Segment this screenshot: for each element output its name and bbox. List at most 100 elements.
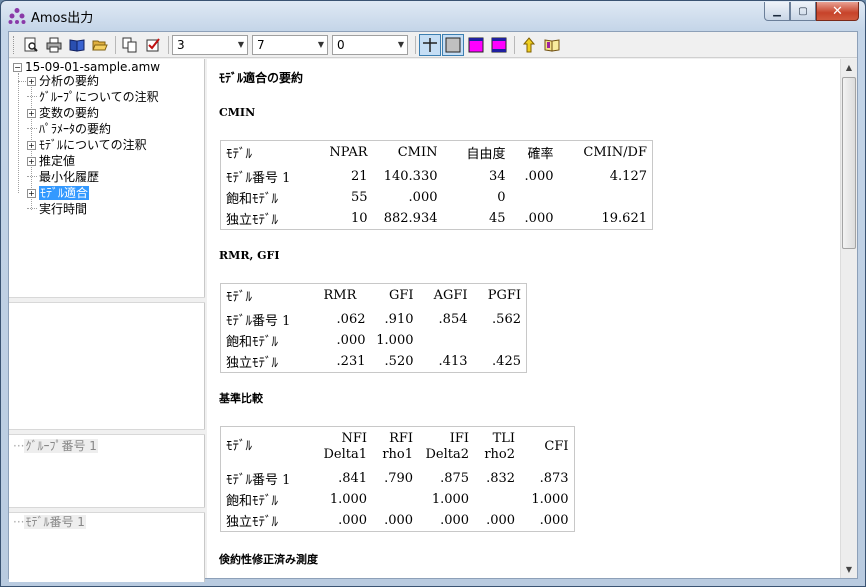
table-row: 独立ﾓﾃﾞﾙ .000 .000 .000 .000 .000: [221, 510, 575, 532]
table-cell: 1.000: [431, 491, 470, 507]
print-preview-button[interactable]: [20, 34, 42, 56]
expand-icon[interactable]: +: [27, 77, 36, 86]
collapse-icon[interactable]: −: [13, 63, 22, 72]
table-row: ﾓﾃﾞﾙ番号 1 21 140.330 34 .000 4.127: [221, 165, 653, 187]
column-header: 自由度: [466, 147, 506, 163]
print-button[interactable]: [43, 34, 65, 56]
tree-item-parameter-summary[interactable]: ﾊﾟﾗﾒｰﾀの要約: [27, 121, 111, 137]
copy-button[interactable]: [119, 34, 141, 56]
decimal-places-combo[interactable]: 3 ▼: [172, 34, 248, 55]
table-row: 独立ﾓﾃﾞﾙ .231 .520 .413 .425: [221, 351, 527, 373]
toolbar-separator: [415, 35, 416, 54]
model-pane: ···ﾓﾃﾞﾙ番号 1: [9, 513, 205, 582]
expand-icon[interactable]: +: [27, 157, 36, 166]
report-vertical-scrollbar[interactable]: ▲ ▼: [840, 59, 857, 578]
tree-item-variable-summary[interactable]: + 変数の要約: [27, 105, 99, 121]
table-cell: .841: [338, 470, 368, 486]
table-cell: .000: [524, 168, 554, 184]
tree-item-model-fit[interactable]: + ﾓﾃﾞﾙ適合: [27, 185, 90, 201]
table-cell: [473, 330, 527, 351]
tree-item-label: 分析の要約: [39, 74, 100, 88]
column-header: CMIN/DF: [583, 145, 647, 161]
column-header: PGFI: [487, 288, 521, 304]
maximize-icon: ▢: [798, 5, 808, 17]
column-header: NFI Delta1: [319, 427, 373, 467]
scroll-thumb[interactable]: [842, 77, 856, 249]
table-row: ﾓﾃﾞﾙ番号 1 .062 .910 .854 .562: [221, 308, 527, 330]
expand-icon[interactable]: +: [27, 109, 36, 118]
report-content: ﾓﾃﾞﾙ適合の要約 CMIN ﾓﾃﾞﾙ NPAR CMIN 自由度 確率 CMI…: [207, 59, 840, 578]
header-line: NFI: [341, 430, 368, 446]
title-bar[interactable]: Amos出力 ▁ ▢ ✕: [1, 1, 865, 31]
column-header: RFI rho1: [372, 427, 418, 467]
tree-root-label: 15-09-01-sample.amw: [25, 60, 161, 74]
column-header: RMR: [323, 288, 357, 304]
table-row: 飽和ﾓﾃﾞﾙ 1.000 1.000 1.000: [221, 489, 575, 510]
rmr-gfi-table: ﾓﾃﾞﾙ RMR GFI AGFI PGFI ﾓﾃﾞﾙ番号 1 .062 .91…: [220, 283, 527, 373]
tree-line: [27, 208, 37, 209]
color-swatch-icon: [468, 37, 484, 52]
table-cell: 独立ﾓﾃﾞﾙ: [226, 355, 279, 371]
table-cell: [474, 489, 520, 510]
tree-item-label: 推定値: [39, 154, 76, 168]
table-cell: 1.000: [329, 491, 368, 507]
close-button[interactable]: ✕: [816, 2, 859, 21]
folder-open-icon: [92, 40, 108, 50]
navigation-tree-pane[interactable]: −15-09-01-sample.amw + 分析の要約 ｸﾞﾙｰﾌﾟについての注…: [9, 59, 205, 297]
table-cell: .854: [438, 311, 468, 327]
tree-line: [27, 96, 37, 97]
header-color-button[interactable]: [465, 34, 487, 56]
table-border-button[interactable]: [442, 33, 464, 56]
table-cell: .062: [336, 311, 366, 327]
tree-item-group-notes[interactable]: ｸﾞﾙｰﾌﾟについての注釈: [27, 89, 159, 105]
table-cell: .000: [336, 332, 366, 348]
header-line: TLI: [492, 430, 516, 446]
chevron-down-icon: ▼: [845, 565, 853, 574]
column-width-combo[interactable]: 7 ▼: [252, 34, 328, 55]
open-folder-button[interactable]: [89, 34, 111, 56]
amos-output-window: Amos出力 ▁ ▢ ✕ 3 ▼ 7 ▼ 0 ▼ − 15-09-01-samp…: [0, 0, 866, 587]
maximize-button[interactable]: ▢: [790, 2, 816, 21]
model-list-item[interactable]: ···ﾓﾃﾞﾙ番号 1: [13, 513, 86, 530]
group-label: ｸﾞﾙｰﾌﾟ番号 1: [24, 439, 98, 453]
table-cell: .000: [384, 512, 414, 528]
cmin-heading: CMIN: [219, 106, 256, 119]
table-cell: [511, 187, 559, 208]
table-columns-combo[interactable]: 0 ▼: [332, 34, 408, 55]
help-button[interactable]: [541, 34, 563, 56]
table-cell: [559, 187, 653, 208]
amos-app-icon: [8, 8, 26, 24]
table-cell: 19.621: [601, 210, 648, 226]
tree-item-execution-time[interactable]: 実行時間: [27, 201, 87, 217]
scroll-down-button[interactable]: ▼: [841, 561, 857, 578]
up-level-button[interactable]: [518, 34, 540, 56]
expand-icon[interactable]: +: [27, 189, 36, 198]
table-cell: 1.000: [531, 491, 569, 507]
body-color-button[interactable]: [488, 34, 510, 56]
tree-item-model-notes[interactable]: + ﾓﾃﾞﾙについての注釈: [27, 137, 147, 153]
table-cell: .000: [408, 189, 438, 205]
minimize-icon: ▁: [773, 5, 781, 17]
minimize-button[interactable]: ▁: [764, 2, 790, 21]
table-cell: 独立ﾓﾃﾞﾙ: [226, 212, 279, 228]
grid-lines-icon: [423, 37, 437, 52]
table-cell: 21: [350, 168, 368, 184]
open-book-button[interactable]: [66, 34, 88, 56]
column-header: CMIN: [397, 145, 438, 161]
tree-item-minimization-history[interactable]: 最小化履歴: [27, 169, 99, 185]
table-grid-button[interactable]: [419, 33, 441, 56]
options-button[interactable]: [142, 34, 164, 56]
combo-value: 3: [177, 37, 185, 52]
tree-item-estimates[interactable]: + 推定値: [27, 153, 75, 169]
expand-icon[interactable]: +: [27, 141, 36, 150]
scroll-up-button[interactable]: ▲: [841, 59, 857, 76]
toolbar-separator: [168, 35, 169, 54]
table-cell: 独立ﾓﾃﾞﾙ: [226, 514, 279, 530]
tree-item-label: 実行時間: [39, 202, 88, 216]
column-header: ﾓﾃﾞﾙ: [226, 147, 252, 163]
combo-value: 0: [337, 37, 345, 52]
group-list-item[interactable]: ···ｸﾞﾙｰﾌﾟ番号 1: [13, 437, 98, 454]
tree-item-analysis-summary[interactable]: + 分析の要約: [27, 73, 99, 89]
toolbar-grip[interactable]: [13, 35, 16, 54]
header-line: Delta2: [425, 446, 470, 462]
